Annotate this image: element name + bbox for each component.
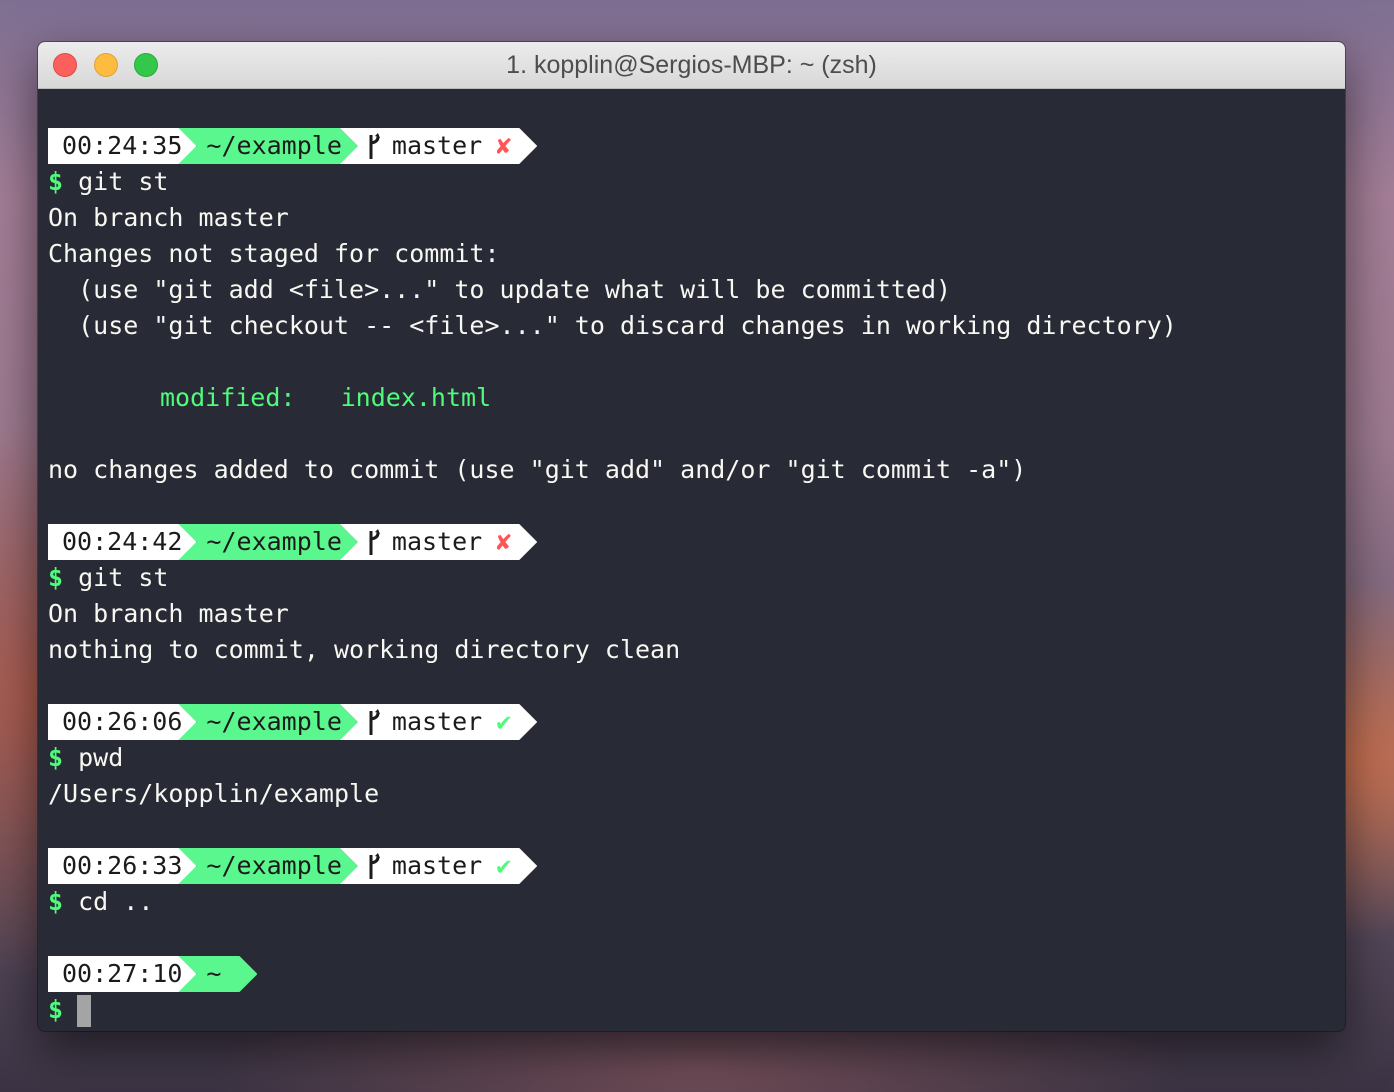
git-dirty-icon: ✘ <box>496 131 512 160</box>
git-branch-icon <box>366 709 382 737</box>
prompt-symbol: $ <box>48 995 64 1024</box>
output-line: (use "git add <file>..." to update what … <box>48 275 952 304</box>
prompt-branch: master <box>391 527 483 556</box>
text-cursor <box>77 995 92 1027</box>
command-text: pwd <box>78 743 124 772</box>
git-branch-icon <box>366 853 382 881</box>
terminal-content[interactable]: 00:24:35 ~/example master ✘ $ git st On b… <box>38 89 1345 1031</box>
prompt-git-segment: master ✘ <box>340 128 537 164</box>
git-branch-icon <box>366 529 382 557</box>
prompt-directory: ~/example <box>178 704 357 740</box>
prompt-git-segment: master ✔ <box>340 848 537 884</box>
command-input-line[interactable]: $ <box>48 992 92 1028</box>
prompt-symbol: $ <box>48 563 64 592</box>
prompt-time: 00:26:33 <box>48 848 197 884</box>
modified-file: index.html <box>340 383 492 412</box>
prompt-time: 00:27:10 <box>48 956 197 992</box>
terminal-window: 1. kopplin@Sergios-MBP: ~ (zsh) 00:24:35… <box>38 42 1345 1031</box>
command-line: $ cd .. <box>48 884 153 920</box>
command-line: $ pwd <box>48 740 123 776</box>
command-line: $ git st <box>48 164 168 200</box>
prompt-time: 00:26:06 <box>48 704 197 740</box>
prompt-git-segment: master ✘ <box>340 524 537 560</box>
prompt-time: 00:24:35 <box>48 128 197 164</box>
command-line: $ git st <box>48 560 168 596</box>
output-line: On branch master <box>48 599 289 628</box>
prompt-directory: ~/example <box>178 524 357 560</box>
output-line: (use "git checkout -- <file>..." to disc… <box>48 311 1177 340</box>
command-text: git st <box>78 563 169 592</box>
prompt-branch: master <box>391 707 483 736</box>
window-title: 1. kopplin@Sergios-MBP: ~ (zsh) <box>506 51 877 79</box>
command-text: git st <box>78 167 169 196</box>
prompt-directory: ~/example <box>178 128 357 164</box>
prompt-line: 00:24:35 ~/example master ✘ <box>48 128 537 164</box>
prompt-symbol: $ <box>48 743 64 772</box>
prompt-symbol: $ <box>48 167 64 196</box>
git-branch-icon <box>366 133 382 161</box>
modified-file-line: modified: index.html <box>160 380 491 416</box>
prompt-branch: master <box>391 131 483 160</box>
title-bar[interactable]: 1. kopplin@Sergios-MBP: ~ (zsh) <box>38 42 1345 89</box>
output-line: Changes not staged for commit: <box>48 239 500 268</box>
prompt-line: 00:27:10 ~ <box>48 956 257 992</box>
git-clean-check-icon: ✔ <box>496 851 512 880</box>
prompt-line: 00:24:42 ~/example master ✘ <box>48 524 537 560</box>
output-line: no changes added to commit (use "git add… <box>48 455 1027 484</box>
output-line: /Users/kopplin/example <box>48 779 380 808</box>
command-text: cd .. <box>78 887 154 916</box>
prompt-line: 00:26:06 ~/example master ✔ <box>48 704 537 740</box>
output-line: nothing to commit, working directory cle… <box>48 635 681 664</box>
output-line: On branch master <box>48 203 289 232</box>
git-clean-check-icon: ✔ <box>496 707 512 736</box>
prompt-directory: ~/example <box>178 848 357 884</box>
prompt-branch: master <box>391 851 483 880</box>
git-dirty-icon: ✘ <box>496 527 512 556</box>
prompt-git-segment: master ✔ <box>340 704 537 740</box>
modified-label: modified: <box>160 383 296 412</box>
prompt-time: 00:24:42 <box>48 524 197 560</box>
prompt-line: 00:26:33 ~/example master ✔ <box>48 848 537 884</box>
prompt-symbol: $ <box>48 887 64 916</box>
